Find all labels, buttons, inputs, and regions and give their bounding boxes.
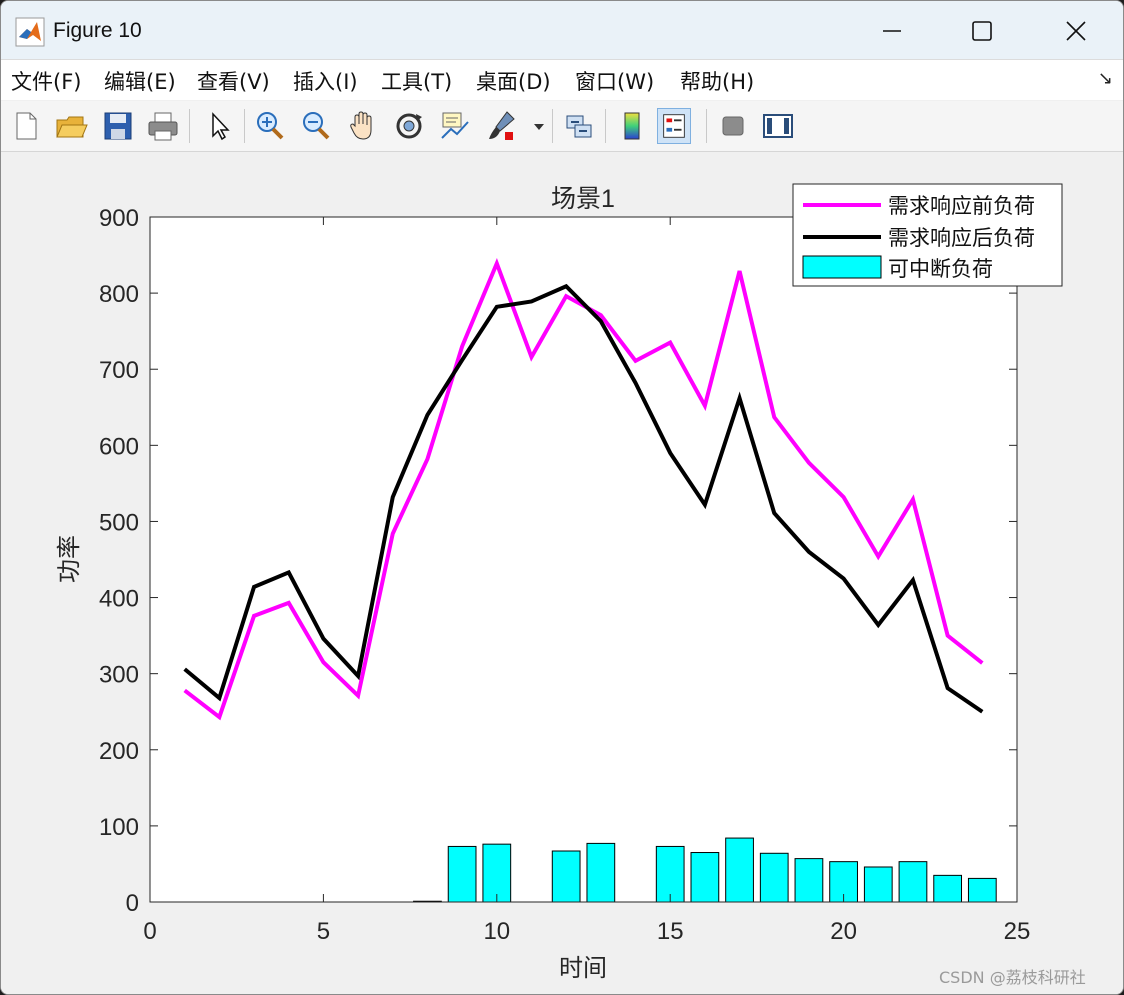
y-tick-label: 500 [99, 509, 139, 536]
menu-desktop[interactable]: 桌面(D) [476, 66, 551, 96]
save-icon[interactable] [101, 108, 135, 144]
zoom-out-icon[interactable] [299, 108, 333, 144]
toolbar-separator [605, 109, 606, 143]
bar-interruptible-24 [967, 877, 997, 903]
matlab-logo-icon [15, 17, 45, 47]
y-tick-label: 700 [99, 357, 139, 384]
y-tick-label: 600 [99, 433, 139, 460]
title-bar: Figure 10 [1, 1, 1123, 60]
chevron-down-icon[interactable] [531, 108, 547, 144]
legend-label-interruptible: 可中断负荷 [888, 257, 993, 281]
maximize-icon[interactable] [959, 11, 1005, 51]
brush-icon[interactable] [485, 108, 519, 144]
chart-title: 场景1 [551, 185, 615, 213]
bar-interruptible-9 [447, 845, 477, 903]
hide-plot-tools-icon[interactable] [716, 108, 750, 144]
bar-interruptible-10 [482, 843, 512, 903]
legend-swatch-interruptible [802, 255, 882, 279]
x-tick-label: 20 [830, 918, 857, 945]
axes-background [150, 217, 1017, 902]
plot-area[interactable]: 0 5 10 15 20 25 0 100 200 300 400 500 600 700 800 900 场… [1, 152, 1124, 994]
y-tick-label: 100 [99, 814, 139, 841]
figure-canvas: 0 5 10 15 20 25 0 100 200 300 400 500 600 700 800 900 场… [1, 152, 1123, 994]
menu-bar: 文件(F) 编辑(E) 查看(V) 插入(I) 工具(T) 桌面(D) 窗口(W… [1, 60, 1123, 100]
x-tick-label: 10 [483, 918, 510, 945]
y-tick-label: 900 [99, 205, 139, 232]
y-axis-label: 功率 [56, 535, 83, 583]
select-pointer-icon[interactable] [203, 108, 237, 144]
open-file-icon[interactable] [54, 108, 88, 144]
toolbar-separator [552, 109, 553, 143]
bar-interruptible-23 [933, 874, 963, 903]
rotate-3d-icon[interactable] [392, 108, 426, 144]
bar-interruptible-12 [551, 850, 581, 903]
menu-tools[interactable]: 工具(T) [381, 66, 452, 96]
link-plot-icon[interactable] [562, 108, 596, 144]
legend-label-before-dr: 需求响应前负荷 [888, 194, 1035, 218]
x-tick-label: 5 [317, 918, 330, 945]
y-tick-label: 400 [99, 586, 139, 613]
figure-window: Figure 10 文件(F) 编辑(E) 查看(V) 插入(I) 工具(T) … [0, 0, 1124, 995]
show-plot-tools-icon[interactable] [761, 108, 795, 144]
menu-view[interactable]: 查看(V) [197, 66, 270, 96]
zoom-in-icon[interactable] [253, 108, 287, 144]
menu-edit[interactable]: 编辑(E) [104, 66, 176, 96]
legend-icon[interactable] [657, 108, 691, 144]
watermark: CSDN @荔枝科研社 [939, 968, 1086, 987]
dock-arrow-icon[interactable]: ↘ [1098, 68, 1113, 89]
bar-interruptible-18 [759, 852, 789, 903]
window-title: Figure 10 [53, 19, 142, 42]
print-icon[interactable] [146, 108, 180, 144]
menu-window[interactable]: 窗口(W) [575, 66, 654, 96]
legend[interactable]: 需求响应前负荷 需求响应后负荷 可中断负荷 [792, 183, 1063, 287]
minimize-icon[interactable] [869, 11, 915, 51]
close-icon[interactable] [1053, 11, 1099, 51]
x-tick-label: 15 [657, 918, 684, 945]
x-axis-label: 时间 [559, 955, 607, 982]
y-tick-label: 800 [99, 281, 139, 308]
x-tick-label: 25 [1004, 918, 1031, 945]
new-figure-icon[interactable] [9, 108, 43, 144]
bar-interruptible-22 [898, 861, 928, 903]
x-tick-label: 0 [143, 918, 156, 945]
menu-insert[interactable]: 插入(I) [293, 66, 358, 96]
toolbar [1, 101, 1123, 152]
y-tick-label: 0 [126, 890, 139, 917]
menu-file[interactable]: 文件(F) [11, 66, 81, 96]
bar-interruptible-21 [863, 866, 893, 903]
y-tick-label: 300 [99, 662, 139, 689]
bar-interruptible-19 [794, 858, 824, 903]
toolbar-separator [706, 109, 707, 143]
data-cursor-icon[interactable] [438, 108, 472, 144]
bar-interruptible-17 [725, 837, 754, 903]
bar-interruptible-16 [690, 852, 720, 903]
pan-hand-icon[interactable] [346, 108, 380, 144]
legend-label-after-dr: 需求响应后负荷 [888, 226, 1035, 250]
toolbar-separator [189, 109, 190, 143]
menu-help[interactable]: 帮助(H) [680, 66, 754, 96]
y-tick-label: 200 [99, 738, 139, 765]
toolbar-separator [244, 109, 245, 143]
colorbar-icon[interactable] [615, 108, 649, 144]
bar-interruptible-15 [655, 845, 685, 903]
bar-interruptible-13 [586, 842, 616, 903]
